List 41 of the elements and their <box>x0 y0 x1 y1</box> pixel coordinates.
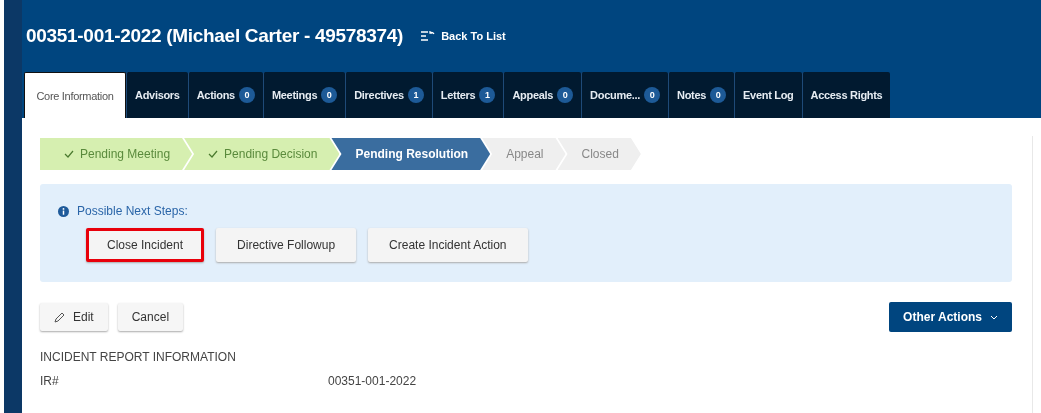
pencil-icon <box>54 311 66 323</box>
stage-step: Pending Decision <box>184 138 340 170</box>
other-actions-button[interactable]: Other Actions <box>889 302 1012 332</box>
tab[interactable]: Event Log <box>734 72 802 118</box>
info-icon <box>58 205 69 217</box>
list-back-icon <box>421 31 436 41</box>
check-icon <box>64 150 74 158</box>
tab[interactable]: Actions 0 <box>187 72 263 118</box>
page-title: 00351-001-2022 (Michael Carter - 49578374) <box>26 25 404 47</box>
tab[interactable]: Directives 1 <box>345 72 432 118</box>
cancel-button[interactable]: Cancel <box>117 303 184 331</box>
back-link[interactable]: Back To List <box>441 30 506 42</box>
caret-icon <box>990 314 998 320</box>
count-badge: 0 <box>238 87 255 103</box>
count-badge: 1 <box>407 87 424 103</box>
tab[interactable]: Docume... 0 <box>581 72 668 118</box>
step-button[interactable]: Directive Followup <box>216 228 357 262</box>
check-icon <box>208 150 219 158</box>
count-badge: 0 <box>321 87 338 103</box>
count-badge: 1 <box>479 87 496 103</box>
step-button[interactable]: Create Incident Action <box>368 228 528 262</box>
stage-step: Pending Resolution <box>331 138 491 170</box>
stage-step: Pending Meeting <box>40 138 193 170</box>
stage-step: Closed <box>557 138 641 170</box>
tab[interactable]: Appeals 0 <box>503 72 582 118</box>
tab[interactable]: Access Rights <box>801 72 891 118</box>
stage-step: Appeal <box>482 138 566 170</box>
tab[interactable]: Advisors <box>126 72 188 118</box>
field-label: IR# <box>40 374 60 388</box>
count-badge: 0 <box>710 87 727 103</box>
section-title: INCIDENT REPORT INFORMATION <box>40 350 237 364</box>
tab[interactable]: Core Information <box>24 72 126 118</box>
tab[interactable]: Letters 1 <box>431 72 504 118</box>
count-badge: 0 <box>644 87 660 103</box>
field-value: 00351-001-2022 <box>328 374 417 388</box>
next-steps-label: Possible Next Steps: <box>77 204 188 218</box>
count-badge: 0 <box>557 87 574 103</box>
edit-button[interactable]: Edit <box>40 303 108 331</box>
tab[interactable]: Meetings 0 <box>262 72 346 118</box>
tab[interactable]: Notes 0 <box>668 72 735 118</box>
step-button[interactable]: Close Incident <box>86 228 205 262</box>
